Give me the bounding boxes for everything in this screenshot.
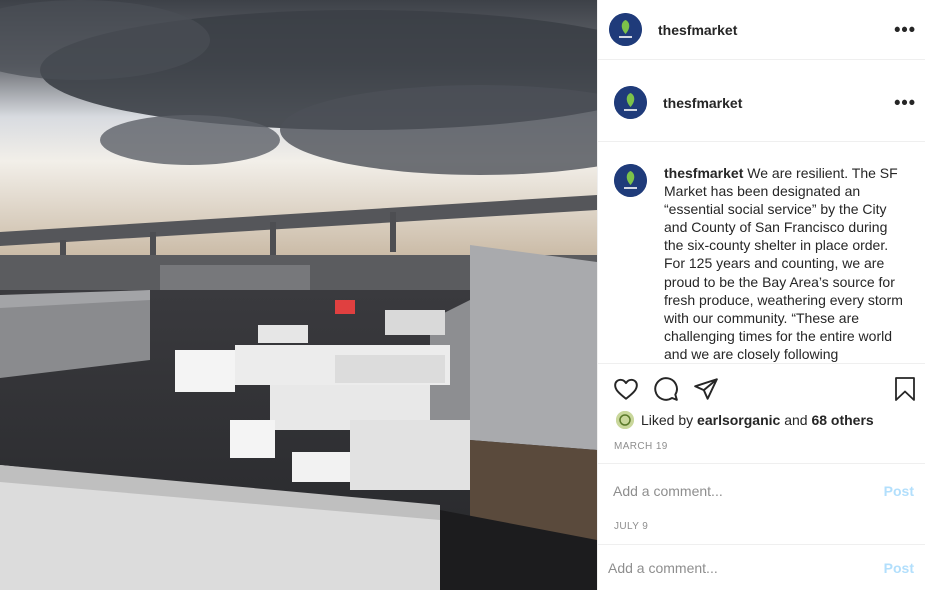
- avatar[interactable]: [614, 164, 647, 197]
- comment-box-2: Post: [598, 544, 925, 590]
- post-date[interactable]: MARCH 19: [614, 441, 668, 452]
- paper-plane-icon[interactable]: [693, 376, 719, 402]
- liked-user[interactable]: earlsorganic: [697, 412, 780, 428]
- comment-input[interactable]: [613, 482, 853, 499]
- liked-others[interactable]: 68 others: [811, 412, 873, 428]
- second-post-date[interactable]: JULY 9: [614, 521, 648, 532]
- caption-body: We are resilient. The SF Market has been…: [664, 165, 903, 362]
- panel-header: thesfmarket •••: [598, 0, 925, 60]
- avatar[interactable]: [614, 86, 647, 119]
- sf-market-logo-icon: [609, 13, 642, 46]
- caption-username[interactable]: thesfmarket: [664, 165, 743, 181]
- post-username[interactable]: thesfmarket: [663, 95, 742, 111]
- likes-summary: Liked by earlsorganic and 68 others: [616, 410, 874, 430]
- header-username[interactable]: thesfmarket: [658, 22, 737, 38]
- post-photo[interactable]: [0, 0, 597, 590]
- post-detail-panel: thesfmarket ••• thesfmarket ••• thesfmar…: [597, 0, 925, 590]
- more-horizontal-icon[interactable]: •••: [894, 19, 916, 40]
- post-comment-button-2[interactable]: Post: [884, 560, 914, 576]
- liked-prefix: Liked by: [641, 412, 694, 428]
- liked-and: and: [784, 412, 808, 428]
- action-bar: [598, 363, 925, 413]
- caption-text: thesfmarket We are resilient. The SF Mar…: [664, 164, 909, 363]
- post-header: thesfmarket •••: [598, 64, 925, 142]
- liker-avatar[interactable]: [616, 411, 634, 429]
- bookmark-icon[interactable]: [893, 376, 917, 402]
- sf-market-logo-icon: [614, 86, 647, 119]
- comment-box: Post: [598, 463, 925, 517]
- post-caption: thesfmarket We are resilient. The SF Mar…: [598, 160, 925, 363]
- sf-market-logo-icon: [614, 164, 647, 197]
- post-comment-button[interactable]: Post: [884, 483, 914, 499]
- heart-icon[interactable]: [613, 376, 639, 402]
- market-loading-dock-image: [0, 0, 597, 590]
- avatar[interactable]: [609, 13, 642, 46]
- comment-input-2[interactable]: [608, 559, 848, 576]
- more-horizontal-icon[interactable]: •••: [894, 92, 916, 113]
- earlsorganic-logo-icon: [616, 411, 634, 429]
- comment-bubble-icon[interactable]: [653, 376, 679, 402]
